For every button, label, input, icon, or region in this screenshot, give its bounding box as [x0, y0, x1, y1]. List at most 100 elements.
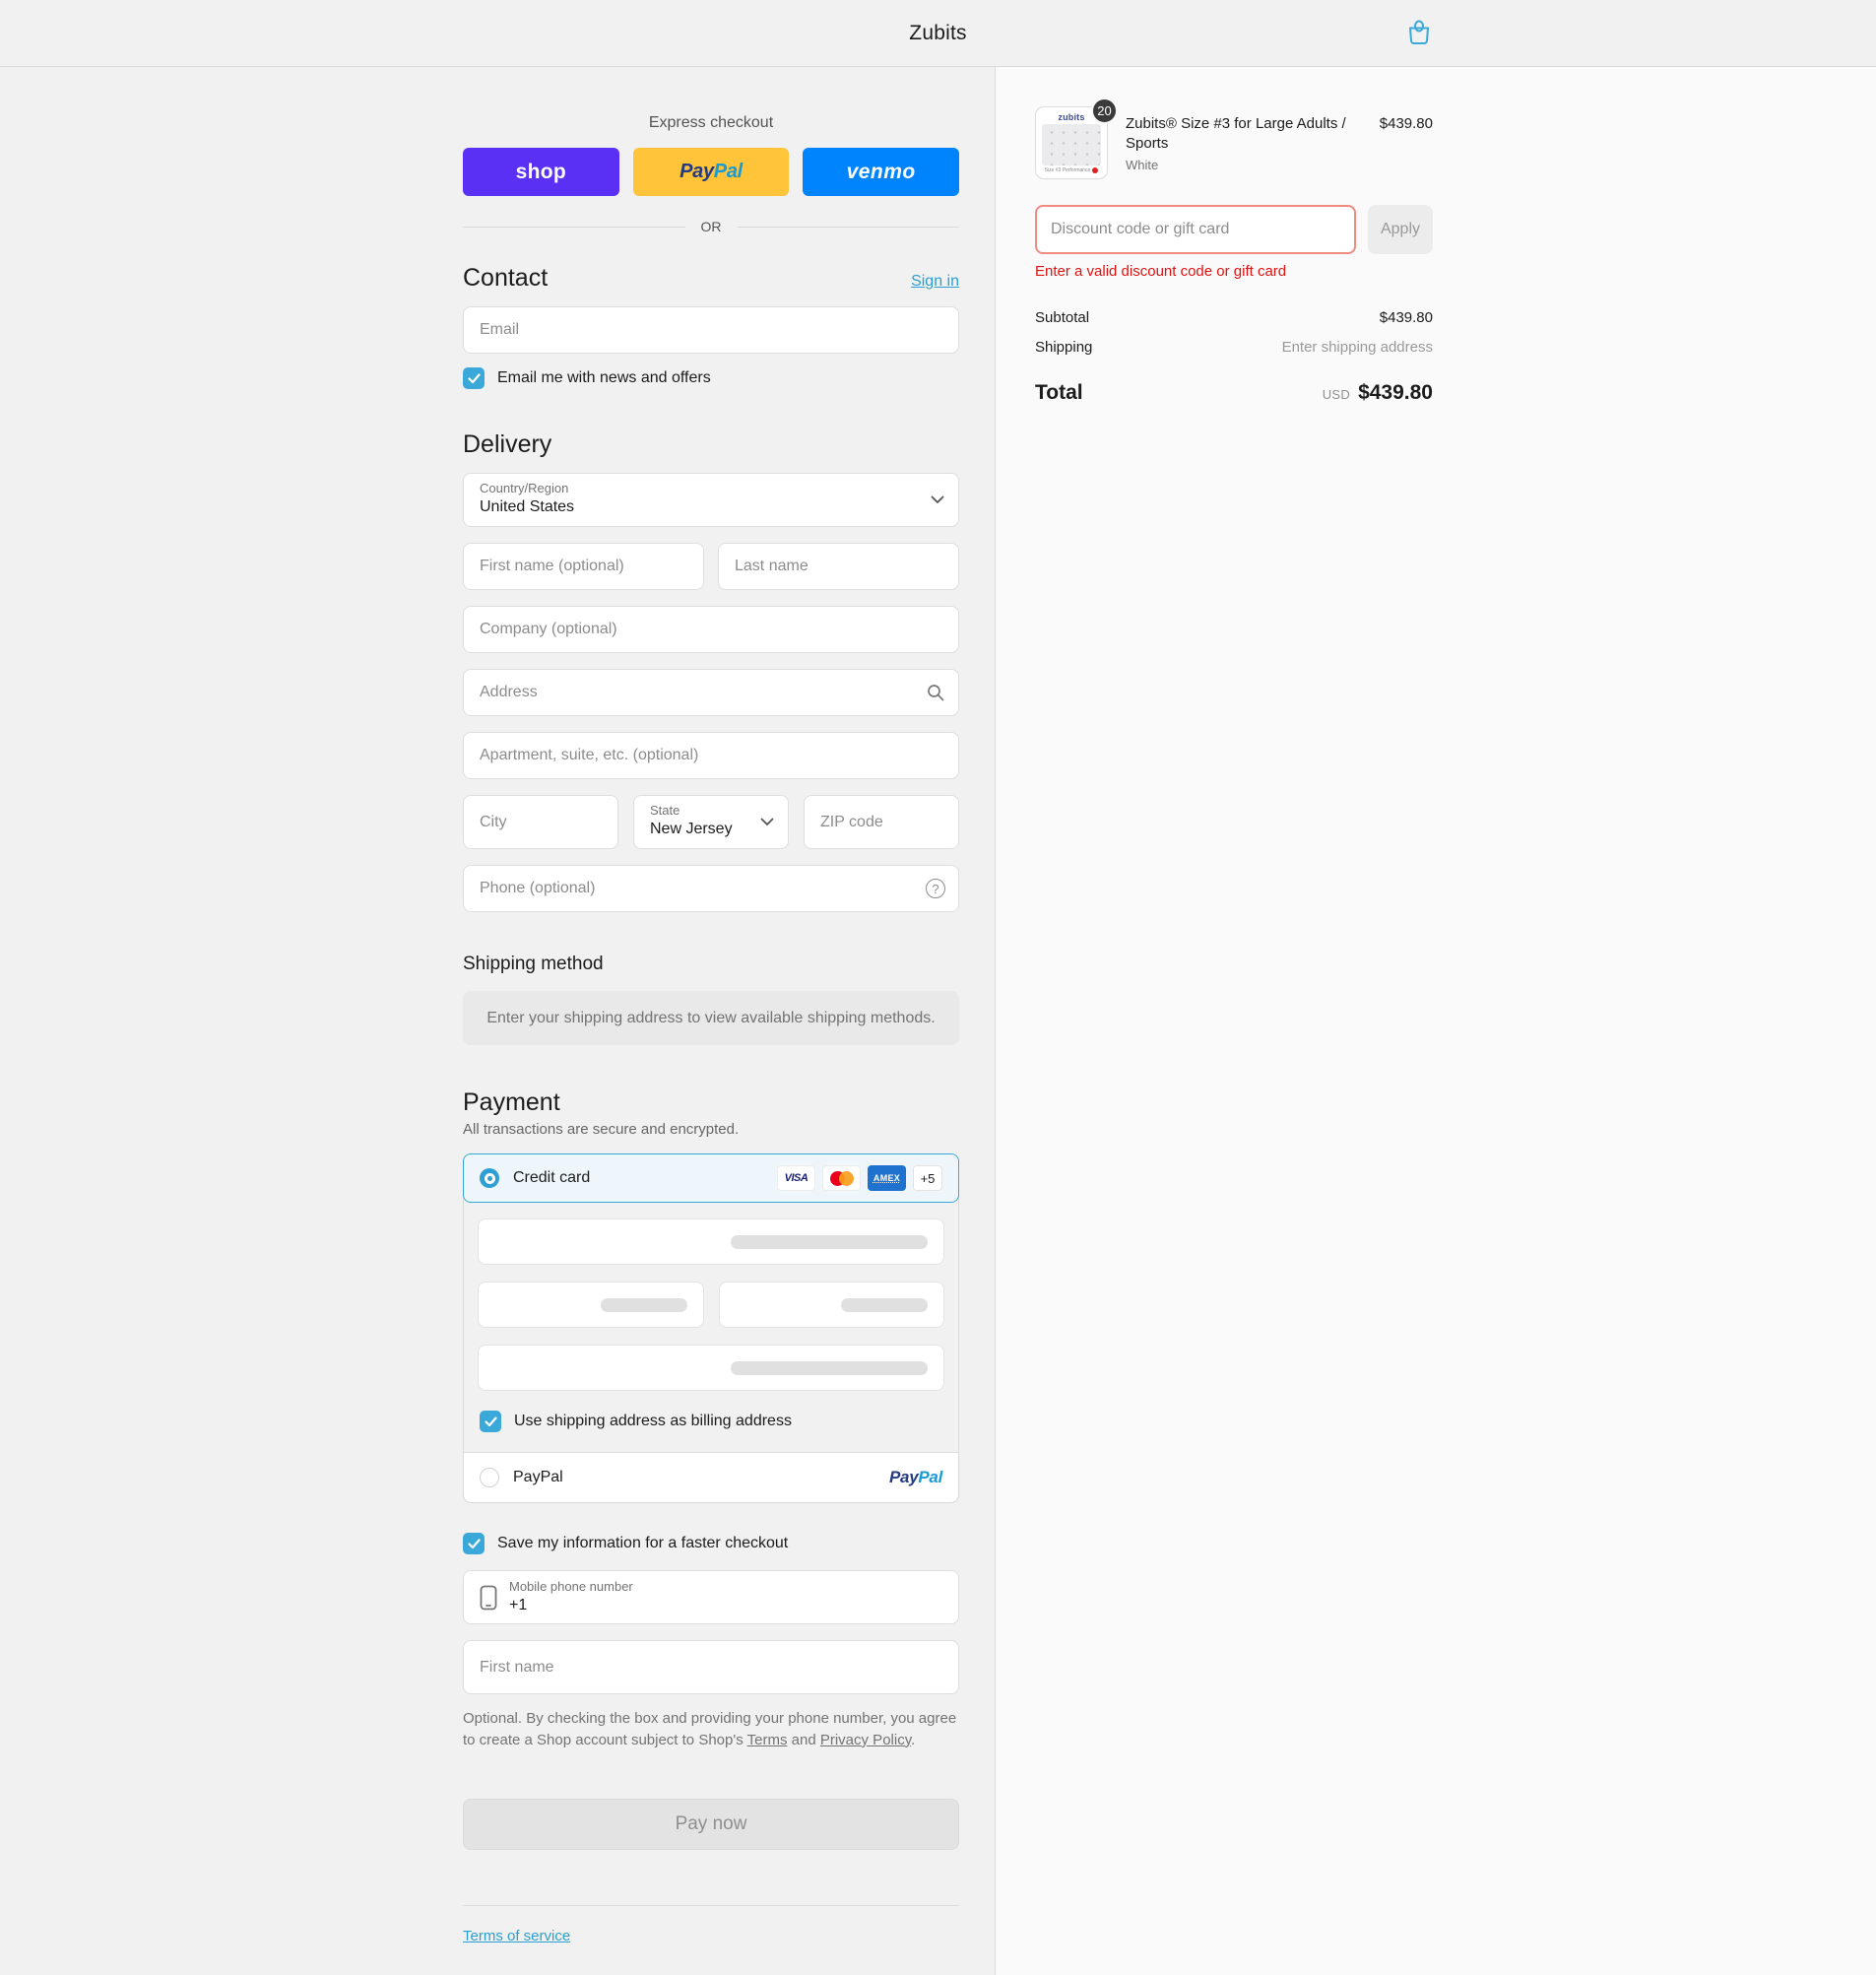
paypal-option[interactable]: PayPal PayPal [464, 1452, 958, 1502]
shop-terms-link[interactable]: Terms [747, 1732, 788, 1748]
apply-button[interactable]: Apply [1368, 205, 1433, 254]
card-expiry-skeleton[interactable] [478, 1282, 704, 1328]
city-input[interactable] [464, 814, 617, 831]
newsletter-checkbox[interactable] [463, 367, 485, 389]
chevron-down-icon [760, 814, 774, 831]
paypal-option-label: PayPal [513, 1469, 875, 1486]
mobile-phone-field[interactable]: Mobile phone number +1 [463, 1570, 959, 1624]
zip-field[interactable] [804, 795, 959, 849]
first-name-input[interactable] [464, 558, 703, 575]
or-divider: OR [463, 219, 959, 234]
state-value: New Jersey [650, 819, 772, 840]
paypal-logo: PayPal [889, 1468, 942, 1487]
shop-privacy-link[interactable]: Privacy Policy [820, 1732, 911, 1748]
payment-subtitle: All transactions are secure and encrypte… [463, 1121, 959, 1138]
chevron-down-icon [931, 492, 944, 509]
paypal-logo: PayPal [679, 161, 743, 183]
shop-first-name-field[interactable] [463, 1640, 959, 1694]
last-name-input[interactable] [719, 558, 958, 575]
billing-address-checkbox-row[interactable]: Use shipping address as billing address [480, 1411, 944, 1432]
footer-divider [463, 1905, 959, 1906]
check-icon [485, 1416, 497, 1427]
newsletter-label: Email me with news and offers [497, 369, 711, 387]
product-price: $439.80 [1380, 114, 1433, 172]
phone-input[interactable] [464, 880, 958, 897]
card-cvv-skeleton[interactable] [719, 1282, 945, 1328]
apartment-field[interactable] [463, 732, 959, 779]
discount-row: Apply [1035, 205, 1433, 254]
address-field[interactable] [463, 669, 959, 716]
express-checkout-label: Express checkout [463, 114, 959, 132]
express-checkout-buttons: shop PayPal venmo [463, 148, 959, 196]
paypal-express-button[interactable]: PayPal [633, 148, 790, 196]
billing-address-checkbox[interactable] [480, 1411, 501, 1432]
shipping-label: Shipping [1035, 339, 1092, 356]
address-input[interactable] [464, 684, 958, 701]
country-value: United States [480, 496, 942, 518]
currency-code: USD [1323, 387, 1350, 402]
city-field[interactable] [463, 795, 618, 849]
help-icon[interactable]: ? [926, 879, 945, 898]
state-select[interactable]: State New Jersey [633, 795, 789, 849]
phone-field[interactable]: ? [463, 865, 959, 912]
credit-card-option[interactable]: Credit card VISA AMEX +5 [463, 1153, 959, 1203]
or-label: OR [701, 219, 722, 234]
zip-input[interactable] [805, 814, 958, 831]
thumb-size-dot [1092, 167, 1098, 173]
state-label: State [650, 804, 772, 819]
header: Zubits [0, 0, 1876, 67]
shipping-value: Enter shipping address [1282, 339, 1433, 356]
credit-card-form: Use shipping address as billing address [464, 1203, 958, 1452]
total-label: Total [1035, 381, 1083, 405]
company-field[interactable] [463, 606, 959, 653]
amex-icon: AMEX [868, 1165, 906, 1191]
contact-heading: Contact [463, 264, 548, 293]
sign-in-link[interactable]: Sign in [911, 273, 959, 291]
first-name-field[interactable] [463, 543, 704, 590]
discount-field[interactable] [1035, 205, 1356, 254]
card-number-skeleton[interactable] [478, 1218, 944, 1265]
order-summary: zubits Size #3 Performance 20 Zubits® Si… [995, 67, 1876, 1975]
mobile-phone-label: Mobile phone number [509, 1580, 633, 1595]
company-input[interactable] [464, 621, 958, 638]
credit-card-radio[interactable] [480, 1168, 499, 1188]
card-name-skeleton[interactable] [478, 1345, 944, 1391]
pay-now-button[interactable]: Pay now [463, 1799, 959, 1850]
save-info-checkbox[interactable] [463, 1533, 485, 1554]
email-field[interactable] [463, 306, 959, 354]
shipping-method-notice: Enter your shipping address to view avai… [463, 991, 959, 1045]
venmo-button[interactable]: venmo [803, 148, 959, 196]
shop-logo: shop [516, 161, 566, 184]
discount-input[interactable] [1037, 221, 1354, 238]
billing-address-label: Use shipping address as billing address [514, 1413, 792, 1430]
cart-icon[interactable] [1402, 17, 1436, 50]
apartment-input[interactable] [464, 747, 958, 764]
mobile-phone-icon [480, 1585, 497, 1611]
product-variant: White [1126, 158, 1370, 172]
country-label: Country/Region [480, 482, 942, 496]
accepted-cards: VISA AMEX +5 [777, 1165, 942, 1191]
mobile-phone-value: +1 [509, 1595, 633, 1616]
thumb-caption: Size #3 Performance [1042, 165, 1101, 173]
subtotal-label: Subtotal [1035, 309, 1089, 326]
shop-disclaimer: Optional. By checking the box and provid… [463, 1708, 959, 1751]
email-input[interactable] [464, 321, 958, 339]
venmo-logo: venmo [847, 161, 916, 184]
thumb-art [1042, 124, 1101, 165]
shop-pay-button[interactable]: shop [463, 148, 619, 196]
subtotal-value: $439.80 [1380, 309, 1433, 326]
product-title: Zubits® Size #3 for Large Adults / Sport… [1126, 114, 1370, 155]
last-name-field[interactable] [718, 543, 959, 590]
country-select[interactable]: Country/Region United States [463, 473, 959, 527]
terms-of-service-link[interactable]: Terms of service [463, 1928, 570, 1944]
payment-methods: Credit card VISA AMEX +5 [463, 1153, 959, 1503]
totals: Subtotal $439.80 Shipping Enter shipping… [1035, 309, 1433, 405]
credit-card-label: Credit card [513, 1169, 763, 1187]
question-glyph: ? [926, 879, 945, 898]
save-info-checkbox-row[interactable]: Save my information for a faster checkou… [463, 1533, 959, 1554]
paypal-radio[interactable] [480, 1468, 499, 1487]
newsletter-checkbox-row[interactable]: Email me with news and offers [463, 367, 959, 389]
visa-icon: VISA [777, 1165, 815, 1191]
delivery-heading: Delivery [463, 430, 551, 459]
shop-first-name-input[interactable] [464, 1659, 958, 1677]
